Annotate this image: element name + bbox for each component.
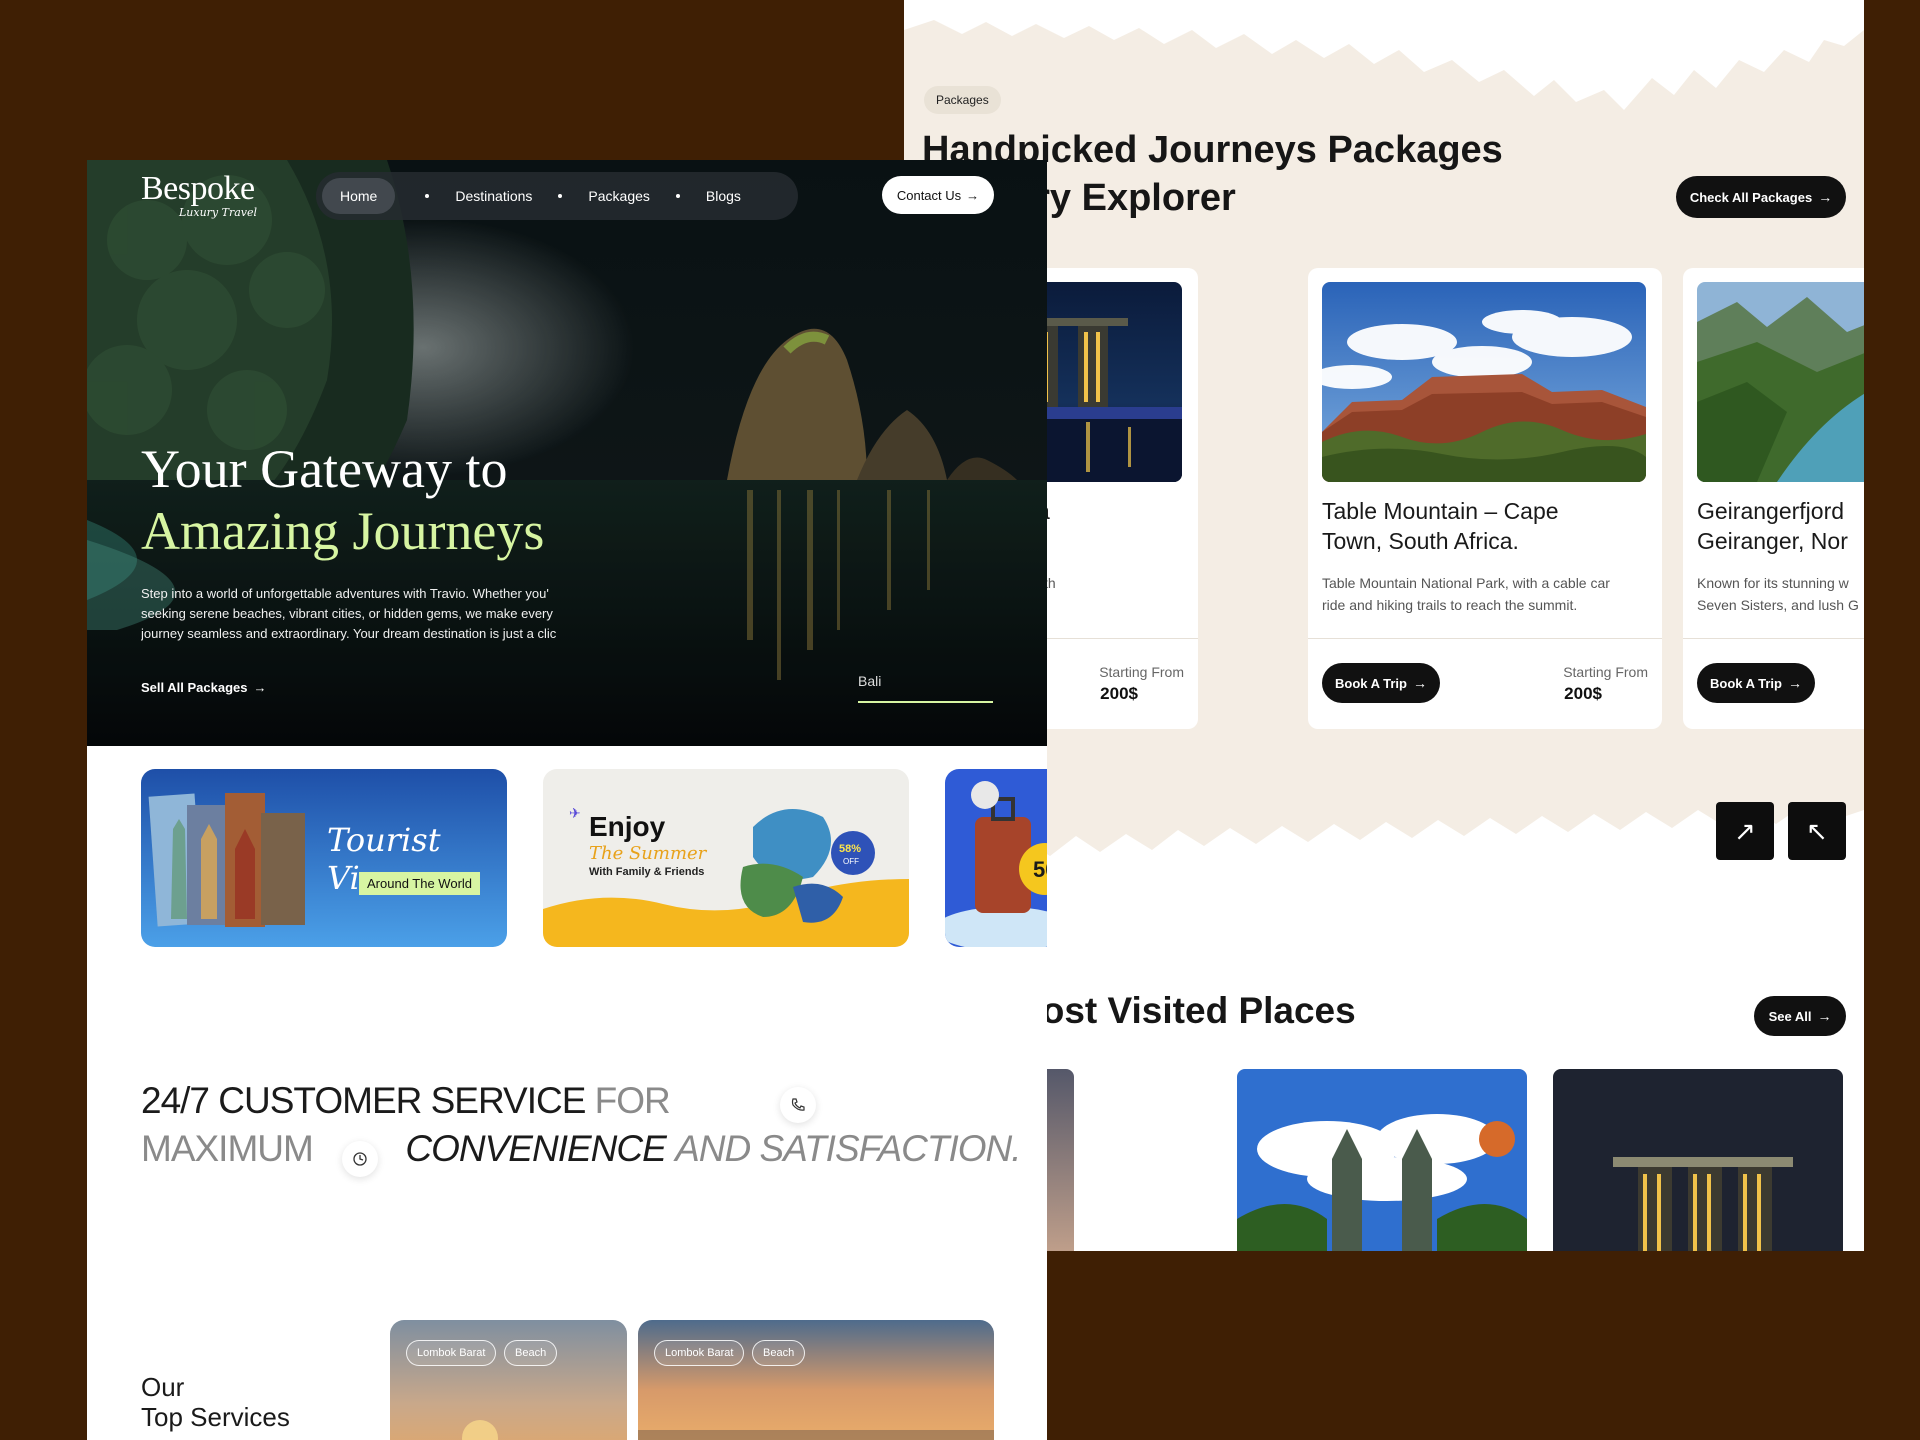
package-title: Geirangerfjord Geiranger, Nor <box>1697 498 1848 554</box>
statement-part: AND SATISFACTION. <box>675 1128 1021 1169</box>
service-statement-line-1: 24/7 CUSTOMER SERVICE FOR <box>141 1080 671 1122</box>
torn-paper-top-decoration <box>904 0 1864 110</box>
discount-badge: 50 <box>1033 857 1047 882</box>
promo-script-text: The Summer <box>589 843 707 864</box>
service-card[interactable]: Lombok Barat Beach <box>390 1320 627 1440</box>
hero-section: Bespoke Luxury Travel Home Destinations … <box>87 160 1047 746</box>
arrow-up-right-icon: ↗ <box>1734 815 1756 846</box>
nav-blogs[interactable]: Blogs <box>706 188 741 204</box>
arrow-right-icon: → <box>1817 1008 1832 1024</box>
arrow-right-icon: → <box>1412 675 1427 691</box>
statement-part: FOR <box>594 1080 671 1121</box>
brand-logo[interactable]: Bespoke Luxury Travel <box>141 170 257 219</box>
book-trip-label: Book A Trip <box>1335 675 1407 691</box>
arrow-right-icon: → <box>1787 675 1802 691</box>
package-description: Known for its stunning w Seven Sisters, … <box>1697 575 1859 613</box>
promo-subtitle: Around The World <box>359 872 481 895</box>
starting-from-label: Starting From <box>1563 664 1648 680</box>
see-all-label: See All <box>1768 1008 1812 1024</box>
nav-separator-dot <box>675 194 680 198</box>
book-trip-button[interactable]: Book A Trip → <box>1322 663 1440 703</box>
promo-tourist-visa[interactable]: Tourist Visa Around The World <box>141 769 507 947</box>
discount-badge: 58% <box>839 843 862 855</box>
packages-page: Packages Handpicked Journeys Packages er… <box>904 0 1864 1251</box>
package-image-table-mountain <box>1322 282 1646 482</box>
arrow-right-icon: → <box>1818 189 1833 205</box>
packages-tag: Packages <box>924 86 1001 114</box>
title-line-2: ery Explorer <box>1014 177 1236 219</box>
service-card[interactable]: Lombok Barat Beach <box>638 1320 994 1440</box>
divider <box>1308 638 1662 639</box>
promo-enjoy-summer[interactable]: Enjoy The Summer With Family & Friends 5… <box>543 769 909 947</box>
service-statement-line-2: MAXIMUM CONVENIENCE AND SATISFACTION. <box>141 1128 1022 1170</box>
package-image-geirangerfjord <box>1697 282 1864 482</box>
carousel-next-button[interactable]: ↗ <box>1716 802 1774 860</box>
location-tag: Lombok Barat <box>406 1340 497 1366</box>
nav-packages[interactable]: Packages <box>588 188 649 204</box>
main-navigation: Home Destinations Packages Blogs <box>316 172 798 220</box>
arrow-right-icon: → <box>966 187 980 203</box>
check-all-packages-button[interactable]: Check All Packages → <box>1676 176 1846 218</box>
phone-icon <box>780 1087 816 1123</box>
hero-description: Step into a world of unforgettable adven… <box>141 586 557 641</box>
nav-separator-dot <box>425 194 430 198</box>
top-services-heading: Our Top Services <box>141 1372 290 1432</box>
destination-search-input[interactable] <box>858 673 993 703</box>
package-card[interactable]: Geirangerfjord Geiranger, Nor Known for … <box>1683 268 1864 729</box>
book-trip-label: Book A Trip <box>1710 675 1782 691</box>
carousel-prev-button[interactable]: ↖ <box>1788 802 1846 860</box>
package-price: 200$ <box>1564 684 1602 703</box>
package-title: Table Mountain – Cape Town, South Africa… <box>1322 498 1559 554</box>
hero-heading: Your Gateway to Amazing Journeys <box>141 438 544 562</box>
statement-part: 24/7 CUSTOMER SERVICE <box>141 1080 586 1121</box>
see-all-button[interactable]: See All → <box>1754 996 1846 1036</box>
clock-icon <box>342 1141 378 1177</box>
contact-label: Contact Us <box>896 187 962 203</box>
promo-title: Enjoy <box>589 811 666 842</box>
arrow-right-icon: → <box>253 680 267 695</box>
paper-plane-icon: ✈ <box>569 805 581 821</box>
discount-badge-off: OFF <box>843 857 859 866</box>
brand-tagline: Luxury Travel <box>179 206 258 219</box>
category-tag: Beach <box>504 1340 558 1366</box>
location-tag: Lombok Barat <box>654 1340 745 1366</box>
statement-part: MAXIMUM <box>141 1128 314 1169</box>
book-trip-button[interactable]: Book A Trip → <box>1697 663 1815 703</box>
sell-all-packages-link[interactable]: Sell All Packages → <box>141 680 266 695</box>
promo-subtitle: With Family & Friends <box>589 866 705 878</box>
nav-home[interactable]: Home <box>322 178 396 214</box>
nav-separator-dot <box>558 194 563 198</box>
hero-heading-line-1: Your Gateway to <box>141 439 508 499</box>
home-page: Bespoke Luxury Travel Home Destinations … <box>87 160 1047 1440</box>
hero-heading-line-2: Amazing Journeys <box>141 501 545 561</box>
sell-all-label: Sell All Packages <box>141 680 248 695</box>
brand-name: Bespoke <box>141 170 255 207</box>
package-price: 200$ <box>1100 684 1138 703</box>
visited-place-card[interactable] <box>1553 1069 1843 1251</box>
category-tag: Beach <box>752 1340 806 1366</box>
check-all-label: Check All Packages <box>1689 189 1813 205</box>
top-services-line-2: Top Services <box>141 1402 290 1432</box>
package-description: Table Mountain National Park, with a cab… <box>1322 575 1610 613</box>
divider <box>1683 638 1864 639</box>
nav-destinations[interactable]: Destinations <box>455 188 532 204</box>
package-card[interactable]: Table Mountain – Cape Town, South Africa… <box>1308 268 1662 729</box>
visited-place-card[interactable] <box>1237 1069 1527 1251</box>
top-services-line-1: Our <box>141 1372 185 1402</box>
statement-part: CONVENIENCE <box>405 1128 666 1169</box>
promo-luggage[interactable]: 50 <box>945 769 1047 947</box>
starting-from-label: Starting From <box>1099 664 1184 680</box>
arrow-up-left-icon: ↖ <box>1806 815 1828 846</box>
contact-us-button[interactable]: Contact Us → <box>882 176 994 214</box>
